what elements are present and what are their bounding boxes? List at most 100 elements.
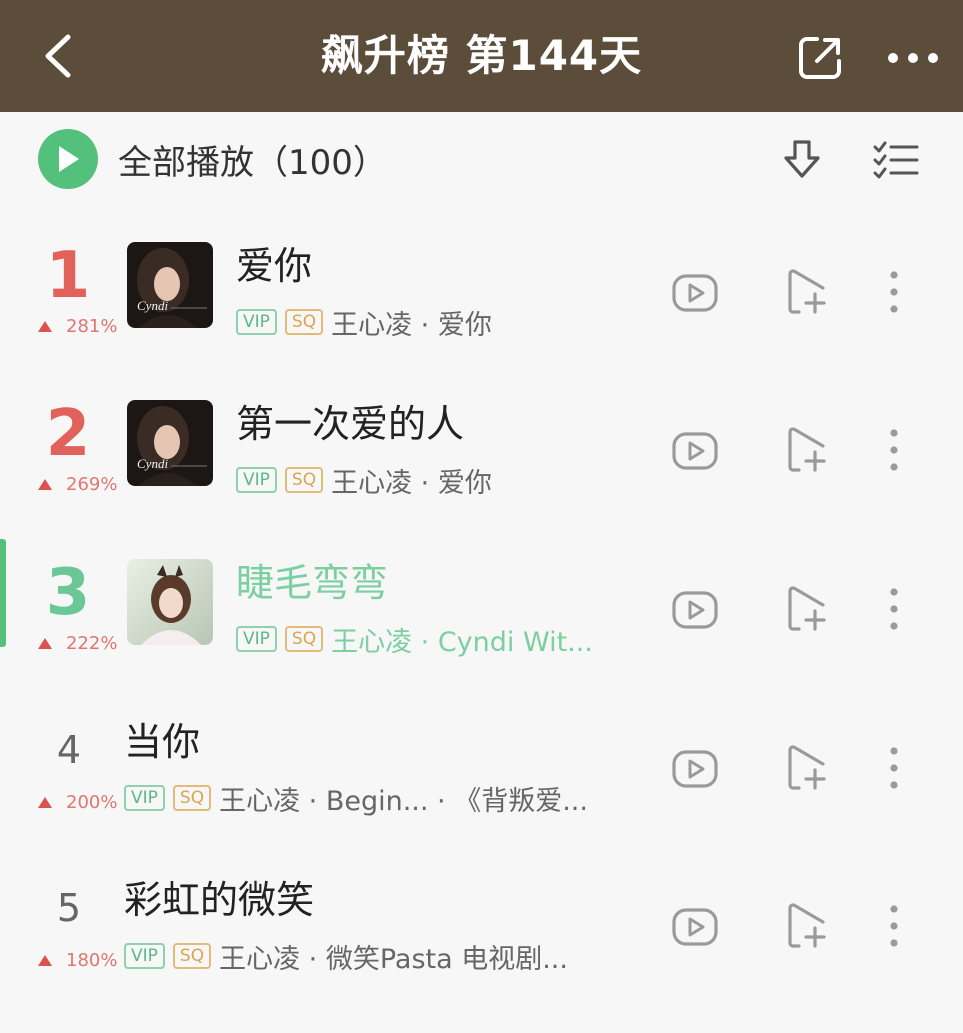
- rank-number: 3: [45, 556, 91, 630]
- vip-badge: VIP: [124, 785, 165, 811]
- rank-number: 1: [45, 239, 91, 313]
- song-title: 第一次爱的人: [236, 402, 465, 446]
- more-vertical-icon: [890, 747, 898, 789]
- vip-badge: VIP: [236, 626, 277, 652]
- add-to-playlist-icon: [788, 903, 826, 948]
- more-vertical-icon: [890, 905, 898, 947]
- mv-play-icon: [672, 432, 718, 470]
- add-to-playlist-icon: [788, 269, 826, 314]
- add-to-playlist-icon: [788, 745, 826, 790]
- rank-number: 2: [45, 397, 91, 471]
- artist-album: 王心凌 · 爱你: [331, 309, 492, 341]
- song-more-button[interactable]: [876, 581, 912, 637]
- vip-badge: VIP: [236, 309, 277, 335]
- rank-number: 5: [56, 886, 82, 930]
- mv-play-icon: [672, 908, 718, 946]
- album-cover[interactable]: Cyndi: [127, 242, 213, 328]
- rank-change-value: 269%: [66, 474, 118, 495]
- song-row[interactable]: 5 180% 彩虹的微笑 VIP SQ 王心凌 · 微笑Pasta 电视剧...: [0, 854, 963, 1012]
- play-all-bar: 全部播放（100）: [0, 112, 963, 207]
- play-all-label: 全部播放（100）: [118, 142, 387, 183]
- rank-change: 200%: [38, 792, 117, 813]
- rank-change: 180%: [38, 950, 117, 971]
- mv-button[interactable]: [668, 900, 722, 954]
- add-to-playlist-button[interactable]: [780, 740, 834, 796]
- mv-button[interactable]: [668, 742, 722, 796]
- mv-play-icon: [672, 274, 718, 312]
- album-cover[interactable]: [127, 559, 213, 645]
- song-row[interactable]: 3 222% 睫毛弯弯 VIP SQ 王心凌 · Cyndi Wit...: [0, 537, 963, 695]
- sq-badge: SQ: [284, 309, 324, 335]
- more-horizontal-icon: [888, 53, 938, 63]
- song-more-button[interactable]: [876, 422, 912, 478]
- rank-change: 222%: [38, 633, 117, 654]
- artist-album: 王心凌 · Cyndi Wit...: [331, 626, 593, 658]
- song-meta: VIP SQ 王心凌 · 微笑Pasta 电视剧...: [124, 938, 568, 975]
- song-row[interactable]: 4 200% 当你 VIP SQ 王心凌 · Begin... · 《背叛爱...: [0, 696, 963, 854]
- rank-up-icon: [38, 638, 52, 649]
- song-title: 当你: [124, 720, 201, 764]
- download-icon: [784, 140, 820, 178]
- song-title: 彩虹的微笑: [124, 878, 315, 922]
- more-vertical-icon: [890, 271, 898, 313]
- add-to-playlist-button[interactable]: [780, 898, 834, 954]
- song-meta: VIP SQ 王心凌 · Cyndi Wit...: [236, 621, 593, 658]
- more-vertical-icon: [890, 588, 898, 630]
- chevron-left-icon: [45, 34, 71, 78]
- song-row[interactable]: 2 269% Cyndi 第一次爱的人 VIP SQ 王心凌 · 爱你: [0, 378, 963, 536]
- add-to-playlist-button[interactable]: [780, 581, 834, 637]
- mv-button[interactable]: [668, 583, 722, 637]
- share-button[interactable]: [790, 28, 850, 88]
- rank-change-value: 200%: [66, 792, 118, 813]
- rank-change-value: 180%: [66, 950, 118, 971]
- top-bar: 飙升榜 第144天: [0, 0, 963, 112]
- album-cover[interactable]: Cyndi: [127, 400, 213, 486]
- rank-change: 269%: [38, 474, 117, 495]
- rank-up-icon: [38, 321, 52, 332]
- play-all-button[interactable]: 全部播放（100）: [38, 128, 387, 190]
- vip-badge: VIP: [124, 943, 165, 969]
- rank-change-value: 281%: [66, 316, 118, 337]
- back-button[interactable]: [28, 26, 88, 86]
- share-external-icon: [799, 37, 841, 79]
- more-button[interactable]: [880, 28, 946, 88]
- add-to-playlist-icon: [788, 586, 826, 631]
- svg-text:Cyndi: Cyndi: [137, 298, 168, 313]
- rank-change-value: 222%: [66, 633, 118, 654]
- song-more-button[interactable]: [876, 898, 912, 954]
- sq-badge: SQ: [284, 467, 324, 493]
- add-to-playlist-button[interactable]: [780, 264, 834, 320]
- rank-up-icon: [38, 797, 52, 808]
- multi-select-list-icon: [873, 141, 919, 179]
- add-to-playlist-icon: [788, 427, 826, 472]
- song-meta: VIP SQ 王心凌 · Begin... · 《背叛爱...: [124, 780, 588, 817]
- song-more-button[interactable]: [876, 740, 912, 796]
- song-row[interactable]: 1 281% Cyndi 爱你 VIP SQ 王心凌 · 爱你: [0, 220, 963, 378]
- song-more-button[interactable]: [876, 264, 912, 320]
- play-icon: [38, 129, 98, 189]
- rank-change: 281%: [38, 316, 117, 337]
- sq-badge: SQ: [172, 785, 212, 811]
- now-playing-indicator: [0, 539, 6, 647]
- song-meta: VIP SQ 王心凌 · 爱你: [236, 304, 492, 341]
- song-title: 睫毛弯弯: [236, 561, 389, 605]
- artist-album: 王心凌 · 微笑Pasta 电视剧...: [219, 943, 568, 975]
- mv-play-icon: [672, 591, 718, 629]
- song-title: 爱你: [236, 244, 313, 288]
- svg-text:Cyndi: Cyndi: [137, 456, 168, 471]
- artist-album: 王心凌 · Begin... · 《背叛爱...: [219, 785, 588, 817]
- rank-number: 4: [56, 728, 82, 772]
- rank-up-icon: [38, 479, 52, 490]
- rank-up-icon: [38, 955, 52, 966]
- artist-album: 王心凌 · 爱你: [331, 467, 492, 499]
- mv-button[interactable]: [668, 424, 722, 478]
- mv-play-icon: [672, 750, 718, 788]
- more-vertical-icon: [890, 429, 898, 471]
- mv-button[interactable]: [668, 266, 722, 320]
- download-button[interactable]: [774, 132, 830, 188]
- sq-badge: SQ: [172, 943, 212, 969]
- sq-badge: SQ: [284, 626, 324, 652]
- multi-select-button[interactable]: [866, 132, 926, 188]
- vip-badge: VIP: [236, 467, 277, 493]
- add-to-playlist-button[interactable]: [780, 422, 834, 478]
